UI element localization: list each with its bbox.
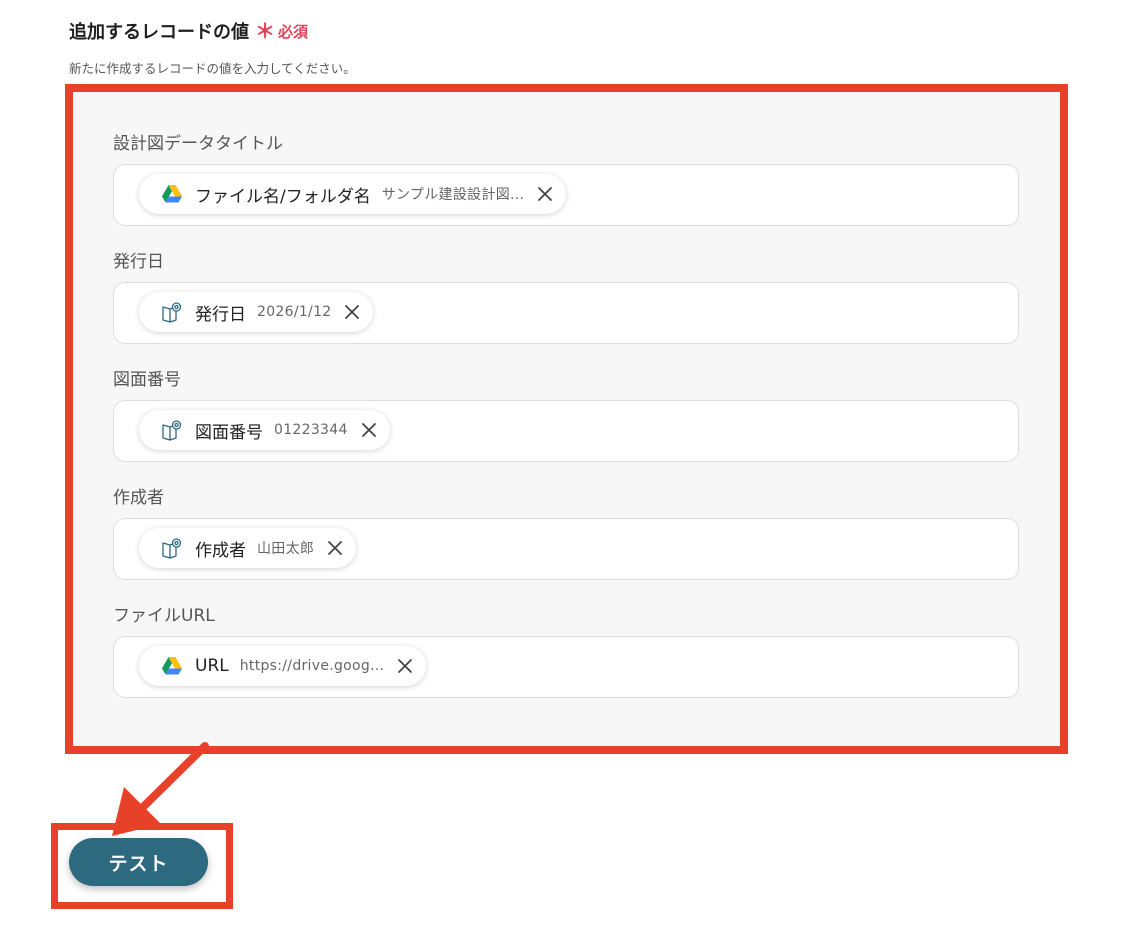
section-title: 追加するレコードの値 ＊ 必須 xyxy=(69,18,308,44)
test-button[interactable]: テスト xyxy=(69,838,208,886)
variable-chip[interactable]: URL https://drive.goog... xyxy=(139,646,427,686)
field-label: 発行日 xyxy=(113,252,164,272)
chip-variable-name: 図面番号 xyxy=(195,422,263,443)
field-input[interactable]: 発行日 2026/1/12 xyxy=(113,282,1019,344)
google-drive-icon xyxy=(161,655,183,677)
chip-variable-value: 01223344 xyxy=(274,422,348,438)
google-drive-icon xyxy=(161,183,183,205)
field-author: 作成者 作成者 山田太郎 xyxy=(113,486,1019,580)
close-icon[interactable] xyxy=(394,655,416,677)
field-label: ファイルURL xyxy=(113,606,215,626)
ocr-book-icon xyxy=(161,419,183,441)
variable-chip[interactable]: 作成者 山田太郎 xyxy=(139,528,357,568)
chip-variable-name: URL xyxy=(195,656,229,676)
field-input[interactable]: 図面番号 01223344 xyxy=(113,400,1019,462)
close-icon[interactable] xyxy=(534,183,556,205)
close-icon[interactable] xyxy=(324,537,346,559)
chip-variable-name: 発行日 xyxy=(195,304,246,325)
field-design-title: 設計図データタイトル ファイル名/フォルダ名 サンプル建設設計図... xyxy=(113,132,1019,226)
field-input[interactable]: URL https://drive.goog... xyxy=(113,636,1019,698)
field-input[interactable]: ファイル名/フォルダ名 サンプル建設設計図... xyxy=(113,164,1019,226)
close-icon[interactable] xyxy=(341,301,363,323)
chip-variable-value: サンプル建設設計図... xyxy=(381,187,525,203)
ocr-book-icon xyxy=(161,301,183,323)
record-values-page: 追加するレコードの値 ＊ 必須 新たに作成するレコードの値を入力してください。 … xyxy=(0,0,1126,941)
field-label: 設計図データタイトル xyxy=(113,134,283,154)
required-badge: ＊ 必須 xyxy=(255,21,308,42)
chip-variable-value: https://drive.goog... xyxy=(239,658,385,674)
field-input[interactable]: 作成者 山田太郎 xyxy=(113,518,1019,580)
required-label: 必須 xyxy=(278,22,309,41)
section-description: 新たに作成するレコードの値を入力してください。 xyxy=(69,61,356,76)
chip-variable-value: 山田太郎 xyxy=(257,541,315,557)
section-title-text: 追加するレコードの値 xyxy=(69,22,249,43)
ocr-book-icon xyxy=(161,537,183,559)
chip-variable-value: 2026/1/12 xyxy=(257,304,332,320)
field-label: 作成者 xyxy=(113,488,164,508)
field-label: 図面番号 xyxy=(113,370,181,390)
field-drawing-number: 図面番号 図面番号 01223344 xyxy=(113,368,1019,462)
variable-chip[interactable]: 発行日 2026/1/12 xyxy=(139,292,374,332)
field-file-url: ファイルURL URL https://drive.goog... xyxy=(113,604,1019,698)
chip-variable-name: 作成者 xyxy=(195,540,246,561)
field-issue-date: 発行日 発行日 2026/1/12 xyxy=(113,250,1019,344)
close-icon[interactable] xyxy=(358,419,380,441)
chip-variable-name: ファイル名/フォルダ名 xyxy=(195,186,371,207)
variable-chip[interactable]: ファイル名/フォルダ名 サンプル建設設計図... xyxy=(139,174,567,214)
variable-chip[interactable]: 図面番号 01223344 xyxy=(139,410,390,450)
required-mark: ＊ xyxy=(255,19,275,43)
